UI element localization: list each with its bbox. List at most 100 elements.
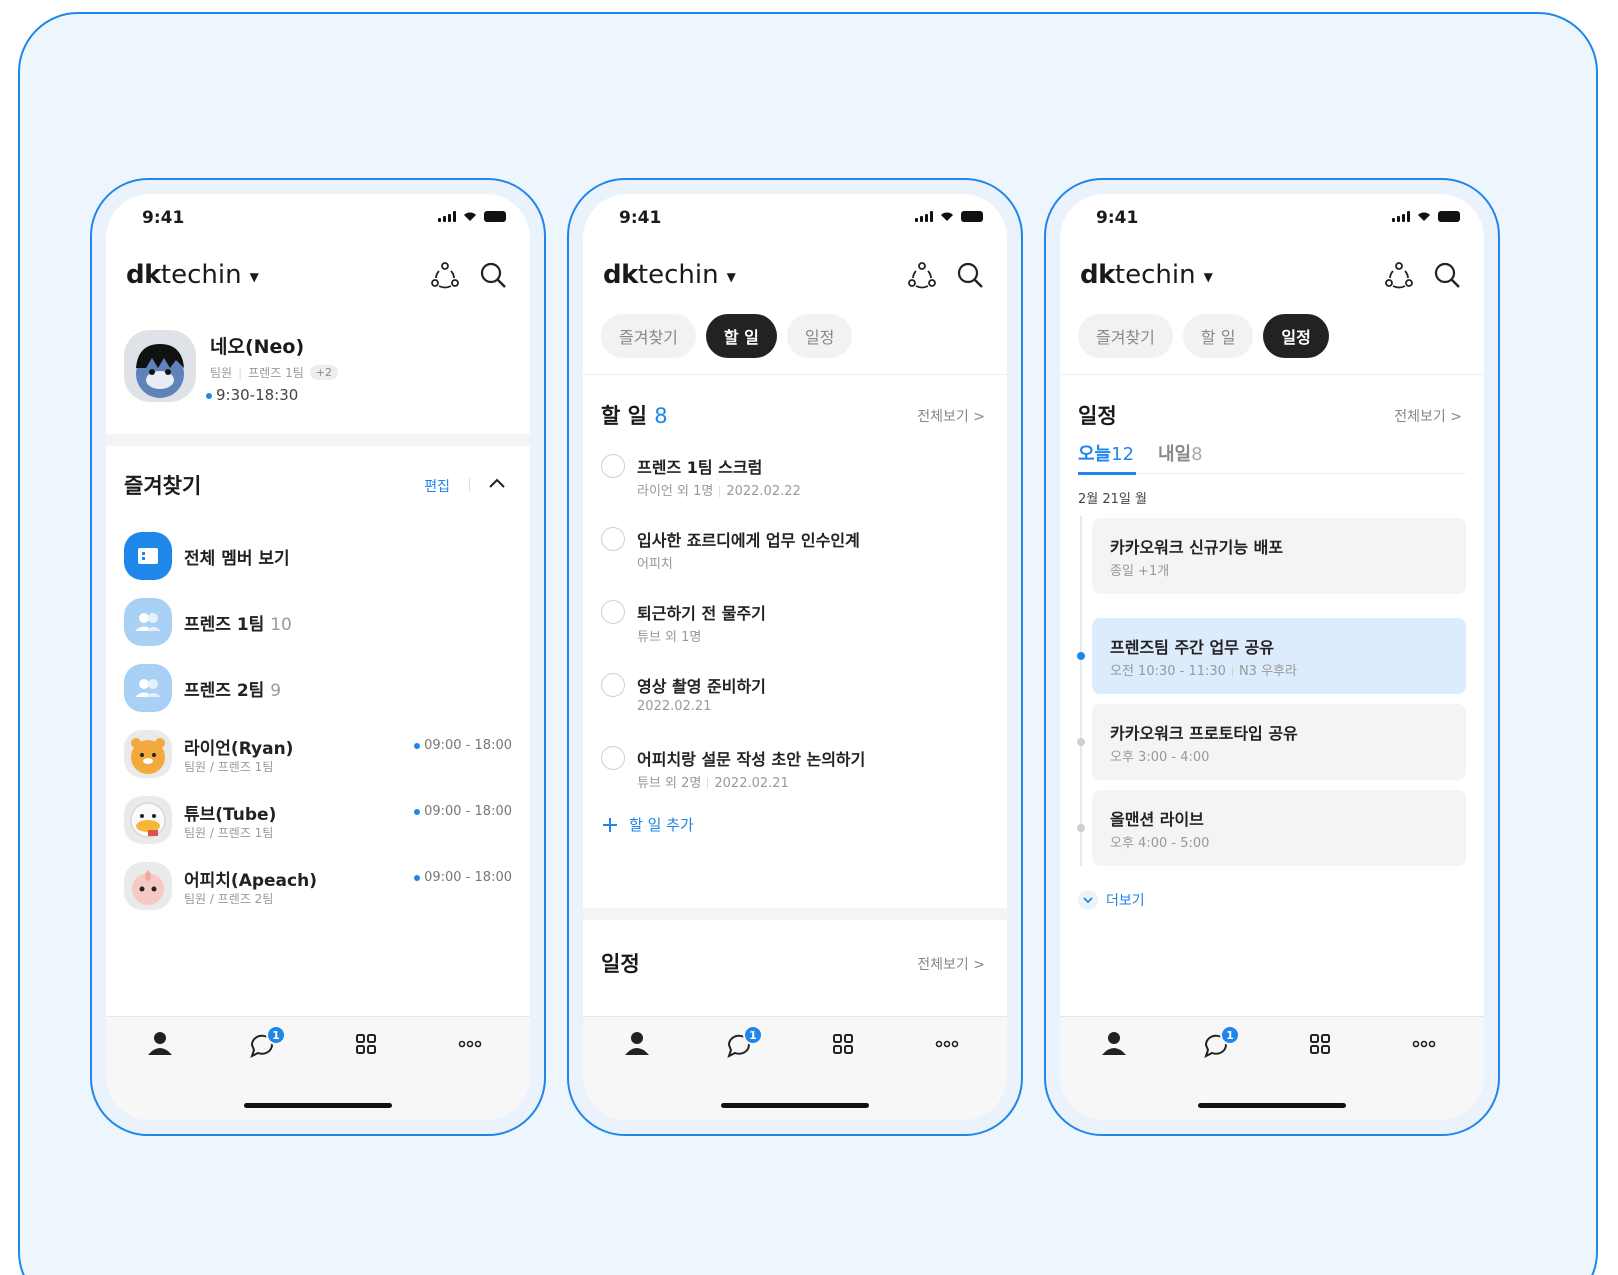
todo-item[interactable]: 입사한 죠르디에게 업무 인수인계 어피치 [601, 525, 989, 581]
event-card[interactable]: 올맨션 라이브 오후 4:00 - 5:00 [1092, 790, 1466, 866]
tab-favorites[interactable]: 즐겨찾기 [1078, 314, 1173, 358]
org-chart-icon[interactable] [1382, 258, 1416, 292]
day-tabs: 오늘12 내일8 [1078, 440, 1466, 475]
event-card[interactable]: 카카오워크 신규기능 배포 종일 +1개 [1092, 518, 1466, 594]
tab-more[interactable] [1404, 1027, 1444, 1063]
todo-checkbox[interactable] [601, 673, 625, 697]
profile-name: 네오(Neo) [210, 336, 305, 358]
favorite-item-team[interactable]: 프렌즈 2팀 9 [124, 664, 512, 712]
tab-todo[interactable]: 할 일 [705, 314, 777, 358]
workspace-switcher[interactable]: dk techin ▼ [1080, 260, 1213, 290]
todo-meta: 라이언 외 1명 2022.02.22 [637, 484, 801, 499]
caret-down-icon: ▼ [249, 270, 259, 284]
favorite-item-team[interactable]: 프렌즈 1팀 10 [124, 598, 512, 646]
tab-people[interactable] [140, 1027, 180, 1063]
todo-title: 프렌즈 1팀 스크럼 [637, 458, 763, 477]
search-icon[interactable] [953, 258, 987, 292]
profile-team: 프렌즈 1팀 [248, 366, 304, 380]
phone-screen: 9:41 dk techin ▼ 즐겨찾기 할 일 일정 일정 전체보기 > 오늘… [1060, 194, 1484, 1120]
event-card[interactable]: 카카오워크 프로토타입 공유 오후 3:00 - 4:00 [1092, 704, 1466, 780]
tab-more[interactable] [927, 1027, 967, 1063]
divider [106, 434, 530, 446]
phone-screen: 9:41 dk techin ▼ 네오(Neo) 팀원 | 프렌즈 1팀 +2 9 [106, 194, 530, 1120]
tab-today[interactable]: 오늘12 [1078, 440, 1134, 466]
avatar [124, 730, 172, 778]
todo-title: 영상 촬영 준비하기 [637, 677, 766, 696]
tab-bar: 1 [106, 1016, 530, 1120]
favorite-item-all-members[interactable]: 전체 멤버 보기 [124, 532, 512, 580]
tab-apps[interactable] [1300, 1027, 1340, 1063]
divider [1060, 374, 1484, 375]
todo-checkbox[interactable] [601, 746, 625, 770]
status-bar: 9:41 [1060, 194, 1484, 238]
tab-favorites[interactable]: 즐겨찾기 [601, 314, 696, 358]
chevron-down-icon [1078, 890, 1098, 910]
show-more-button[interactable]: 더보기 [1078, 890, 1145, 910]
schedule-title: 일정 [601, 952, 640, 976]
tab-apps[interactable] [823, 1027, 863, 1063]
home-indicator[interactable] [244, 1103, 392, 1108]
member-team: 팀원 / 프렌즈 2팀 [184, 892, 274, 906]
phone-screen: 9:41 dk techin ▼ 즐겨찾기 할 일 일정 할 일 8 전체보기 > [583, 194, 1007, 1120]
todo-checkbox[interactable] [601, 454, 625, 478]
schedule-title: 일정 [1078, 404, 1117, 428]
signal-icon [915, 211, 933, 222]
member-hours: 09:00 - 18:00 [414, 804, 512, 819]
workspace-switcher[interactable]: dk techin ▼ [126, 260, 259, 290]
todo-item[interactable]: 영상 촬영 준비하기 2022.02.21 [601, 671, 989, 727]
tab-todo[interactable]: 할 일 [1182, 314, 1254, 358]
home-indicator[interactable] [721, 1103, 869, 1108]
workspace-switcher[interactable]: dk techin ▼ [603, 260, 736, 290]
event-title: 카카오워크 프로토타입 공유 [1110, 724, 1298, 743]
org-chart-icon[interactable] [428, 258, 462, 292]
tab-schedule[interactable]: 일정 [1263, 314, 1329, 358]
profile-role: 팀원 [210, 366, 233, 380]
tab-bar: 1 [1060, 1016, 1484, 1120]
chevron-up-icon[interactable] [486, 472, 508, 494]
profile-hours: 9:30-18:30 [206, 386, 298, 404]
event-title: 카카오워크 신규기능 배포 [1110, 538, 1284, 557]
todo-item[interactable]: 프렌즈 1팀 스크럼 라이언 외 1명 2022.02.22 [601, 452, 989, 508]
todo-view-all-link[interactable]: 전체보기 > [917, 406, 985, 426]
profile-extra-badge: +2 [309, 365, 338, 380]
tab-more[interactable] [450, 1027, 490, 1063]
date-label: 2월 21일 월 [1078, 492, 1147, 507]
show-more-label: 더보기 [1106, 893, 1145, 909]
add-todo-button[interactable]: 할 일 추가 [601, 814, 694, 835]
home-indicator[interactable] [1198, 1103, 1346, 1108]
event-time: 오후 4:00 - 5:00 [1110, 836, 1210, 851]
search-icon[interactable] [476, 258, 510, 292]
todo-checkbox[interactable] [601, 527, 625, 551]
plus-icon [603, 817, 617, 832]
favorite-item-member[interactable]: 튜브(Tube) 팀원 / 프렌즈 1팀 09:00 - 18:00 [124, 796, 512, 844]
tab-people[interactable] [1094, 1027, 1134, 1063]
section-tabs: 즐겨찾기 할 일 일정 [601, 314, 853, 358]
tab-people[interactable] [617, 1027, 657, 1063]
phone-todo: 9:41 dk techin ▼ 즐겨찾기 할 일 일정 할 일 8 전체보기 > [567, 178, 1023, 1136]
favorites-edit-button[interactable]: 편집 [424, 476, 450, 496]
schedule-view-all-link[interactable]: 전체보기 > [917, 954, 985, 974]
todo-item[interactable]: 어피치랑 설문 작성 초안 논의하기 튜브 외 2명 2022.02.21 [601, 744, 989, 800]
favorite-item-member[interactable]: 라이언(Ryan) 팀원 / 프렌즈 1팀 09:00 - 18:00 [124, 730, 512, 778]
add-todo-label: 할 일 추가 [629, 816, 694, 834]
tab-schedule[interactable]: 일정 [786, 314, 853, 358]
org-chart-icon[interactable] [905, 258, 939, 292]
status-bar: 9:41 [583, 194, 1007, 238]
todo-checkbox[interactable] [601, 600, 625, 624]
member-name: 어피치(Apeach) [184, 871, 317, 891]
battery-icon [961, 211, 983, 222]
todo-item[interactable]: 퇴근하기 전 물주기 튜브 외 1명 [601, 598, 989, 654]
brand-bold: dk [126, 260, 161, 290]
favorite-item-member[interactable]: 어피치(Apeach) 팀원 / 프렌즈 2팀 09:00 - 18:00 [124, 862, 512, 910]
search-icon[interactable] [1430, 258, 1464, 292]
tab-apps[interactable] [346, 1027, 386, 1063]
todo-title: 입사한 죠르디에게 업무 인수인계 [637, 531, 860, 550]
tab-tomorrow[interactable]: 내일8 [1158, 440, 1203, 466]
app-bar: dk techin ▼ [106, 254, 530, 300]
event-time: 오전 10:30 - 11:30 N3 우후라 [1110, 664, 1297, 679]
avatar[interactable] [124, 330, 196, 402]
schedule-view-all-link[interactable]: 전체보기 > [1394, 406, 1462, 426]
event-card[interactable]: 프렌즈팀 주간 업무 공유 오전 10:30 - 11:30 N3 우후라 [1092, 618, 1466, 694]
signal-icon [438, 211, 456, 222]
todo-meta: 2022.02.21 [637, 699, 712, 714]
